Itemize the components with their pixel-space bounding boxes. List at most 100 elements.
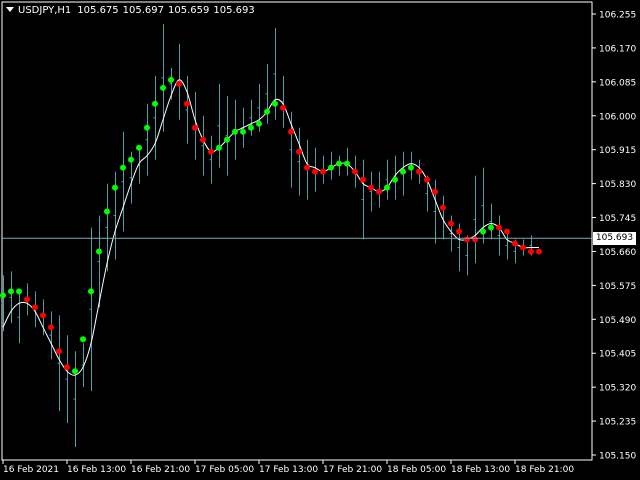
- bearish-signal-dot: [464, 236, 470, 243]
- bullish-signal-dot: [408, 164, 414, 171]
- y-tick-label: 105.915: [599, 146, 636, 156]
- x-tick-label: 18 Feb 05:00: [387, 465, 446, 475]
- bullish-signal-dot: [240, 128, 246, 135]
- current-price-tag: 105.693: [593, 231, 636, 245]
- bearish-signal-dot: [288, 128, 294, 135]
- y-tick-label: 105.830: [599, 180, 636, 190]
- y-tick-label: 105.660: [599, 248, 636, 258]
- bullish-signal-dot: [128, 156, 134, 163]
- bullish-signal-dot: [256, 120, 262, 127]
- bearish-signal-dot: [440, 204, 446, 211]
- y-tick-label: 105.575: [599, 282, 636, 292]
- bearish-signal-dot: [280, 104, 286, 111]
- bullish-signal-dot: [224, 136, 230, 143]
- bullish-signal-dot: [136, 144, 142, 151]
- bullish-signal-dot: [488, 224, 494, 231]
- bearish-signal-dot: [432, 188, 438, 195]
- y-tick-label: 105.490: [599, 316, 636, 326]
- y-tick-label: 105.405: [599, 350, 636, 360]
- x-tick-label: 17 Feb 13:00: [259, 465, 318, 475]
- bullish-signal-dot: [112, 184, 118, 191]
- x-tick-label: 16 Feb 13:00: [67, 465, 126, 475]
- bullish-signal-dot: [80, 336, 86, 343]
- low-value: 105.659: [168, 5, 210, 16]
- bearish-signal-dot: [56, 348, 62, 355]
- symbol-label: USDJPY,H1: [18, 5, 72, 16]
- bearish-signal-dot: [456, 228, 462, 235]
- bullish-signal-dot: [168, 76, 174, 83]
- bearish-signal-dot: [64, 364, 70, 371]
- bearish-signal-dot: [24, 296, 30, 303]
- bearish-signal-dot: [416, 168, 422, 175]
- bullish-signal-dot: [8, 288, 14, 295]
- close-value: 105.693: [213, 5, 255, 16]
- bullish-signal-dot: [120, 164, 126, 171]
- x-tick-label: 18 Feb 21:00: [515, 465, 574, 475]
- bullish-signal-dot: [88, 288, 94, 295]
- bullish-signal-dot: [384, 184, 390, 191]
- bullish-signal-dot: [0, 292, 6, 299]
- ohlc-values: 105.675 105.697 105.659 105.693: [77, 5, 258, 16]
- bearish-signal-dot: [352, 168, 358, 175]
- bearish-signal-dot: [520, 244, 526, 251]
- bearish-signal-dot: [528, 248, 534, 255]
- dropdown-triangle-icon[interactable]: [6, 7, 14, 12]
- bearish-signal-dot: [176, 80, 182, 87]
- bullish-signal-dot: [152, 100, 158, 107]
- bearish-signal-dot: [472, 236, 478, 243]
- bearish-signal-dot: [184, 100, 190, 107]
- bearish-signal-dot: [424, 176, 430, 183]
- bullish-signal-dot: [232, 128, 238, 135]
- bullish-signal-dot: [392, 176, 398, 183]
- bullish-signal-dot: [248, 124, 254, 131]
- bearish-signal-dot: [512, 240, 518, 247]
- bearish-signal-dot: [496, 224, 502, 231]
- bearish-signal-dot: [32, 304, 38, 311]
- y-tick-label: 105.320: [599, 384, 636, 394]
- bullish-signal-dot: [264, 108, 270, 115]
- y-tick-label: 105.150: [599, 452, 636, 462]
- bullish-signal-dot: [16, 288, 22, 295]
- bearish-signal-dot: [504, 228, 510, 235]
- y-tick-label: 106.085: [599, 78, 636, 88]
- bullish-signal-dot: [480, 228, 486, 235]
- bullish-signal-dot: [272, 100, 278, 107]
- symbol-header: USDJPY,H1 105.675 105.697 105.659 105.693: [6, 4, 259, 18]
- bearish-signal-dot: [312, 168, 318, 175]
- bullish-signal-dot: [104, 208, 110, 215]
- chart-background: [0, 0, 640, 480]
- bullish-signal-dot: [344, 160, 350, 167]
- bearish-signal-dot: [320, 168, 326, 175]
- bullish-signal-dot: [72, 368, 78, 375]
- bearish-signal-dot: [304, 164, 310, 171]
- high-value: 105.697: [122, 5, 165, 16]
- x-tick-label: 16 Feb 2021: [3, 465, 59, 475]
- y-tick-label: 105.745: [599, 214, 636, 224]
- x-tick-label: 16 Feb 21:00: [131, 465, 190, 475]
- bearish-signal-dot: [376, 188, 382, 195]
- bearish-signal-dot: [48, 324, 54, 331]
- bearish-signal-dot: [296, 148, 302, 155]
- bearish-signal-dot: [360, 176, 366, 183]
- bullish-signal-dot: [96, 248, 102, 255]
- price-chart[interactable]: 106.255 106.170 106.085 106.000 105.915 105.8…: [0, 0, 640, 480]
- bearish-signal-dot: [536, 248, 542, 255]
- bearish-signal-dot: [192, 124, 198, 131]
- bullish-signal-dot: [216, 144, 222, 151]
- y-tick-label: 106.170: [599, 44, 636, 54]
- bullish-signal-dot: [328, 164, 334, 171]
- bullish-signal-dot: [336, 160, 342, 167]
- bearish-signal-dot: [368, 184, 374, 191]
- y-tick-label: 106.000: [599, 112, 636, 122]
- bullish-signal-dot: [160, 84, 166, 91]
- y-tick-label: 106.255: [599, 11, 636, 21]
- bearish-signal-dot: [208, 148, 214, 155]
- y-tick-label: 105.235: [599, 418, 636, 428]
- open-value: 105.675: [77, 5, 119, 16]
- x-tick-label: 18 Feb 13:00: [451, 465, 510, 475]
- bearish-signal-dot: [200, 136, 206, 143]
- x-tick-label: 17 Feb 21:00: [323, 465, 382, 475]
- bearish-signal-dot: [40, 312, 46, 319]
- x-tick-label: 17 Feb 05:00: [195, 465, 254, 475]
- bullish-signal-dot: [400, 168, 406, 175]
